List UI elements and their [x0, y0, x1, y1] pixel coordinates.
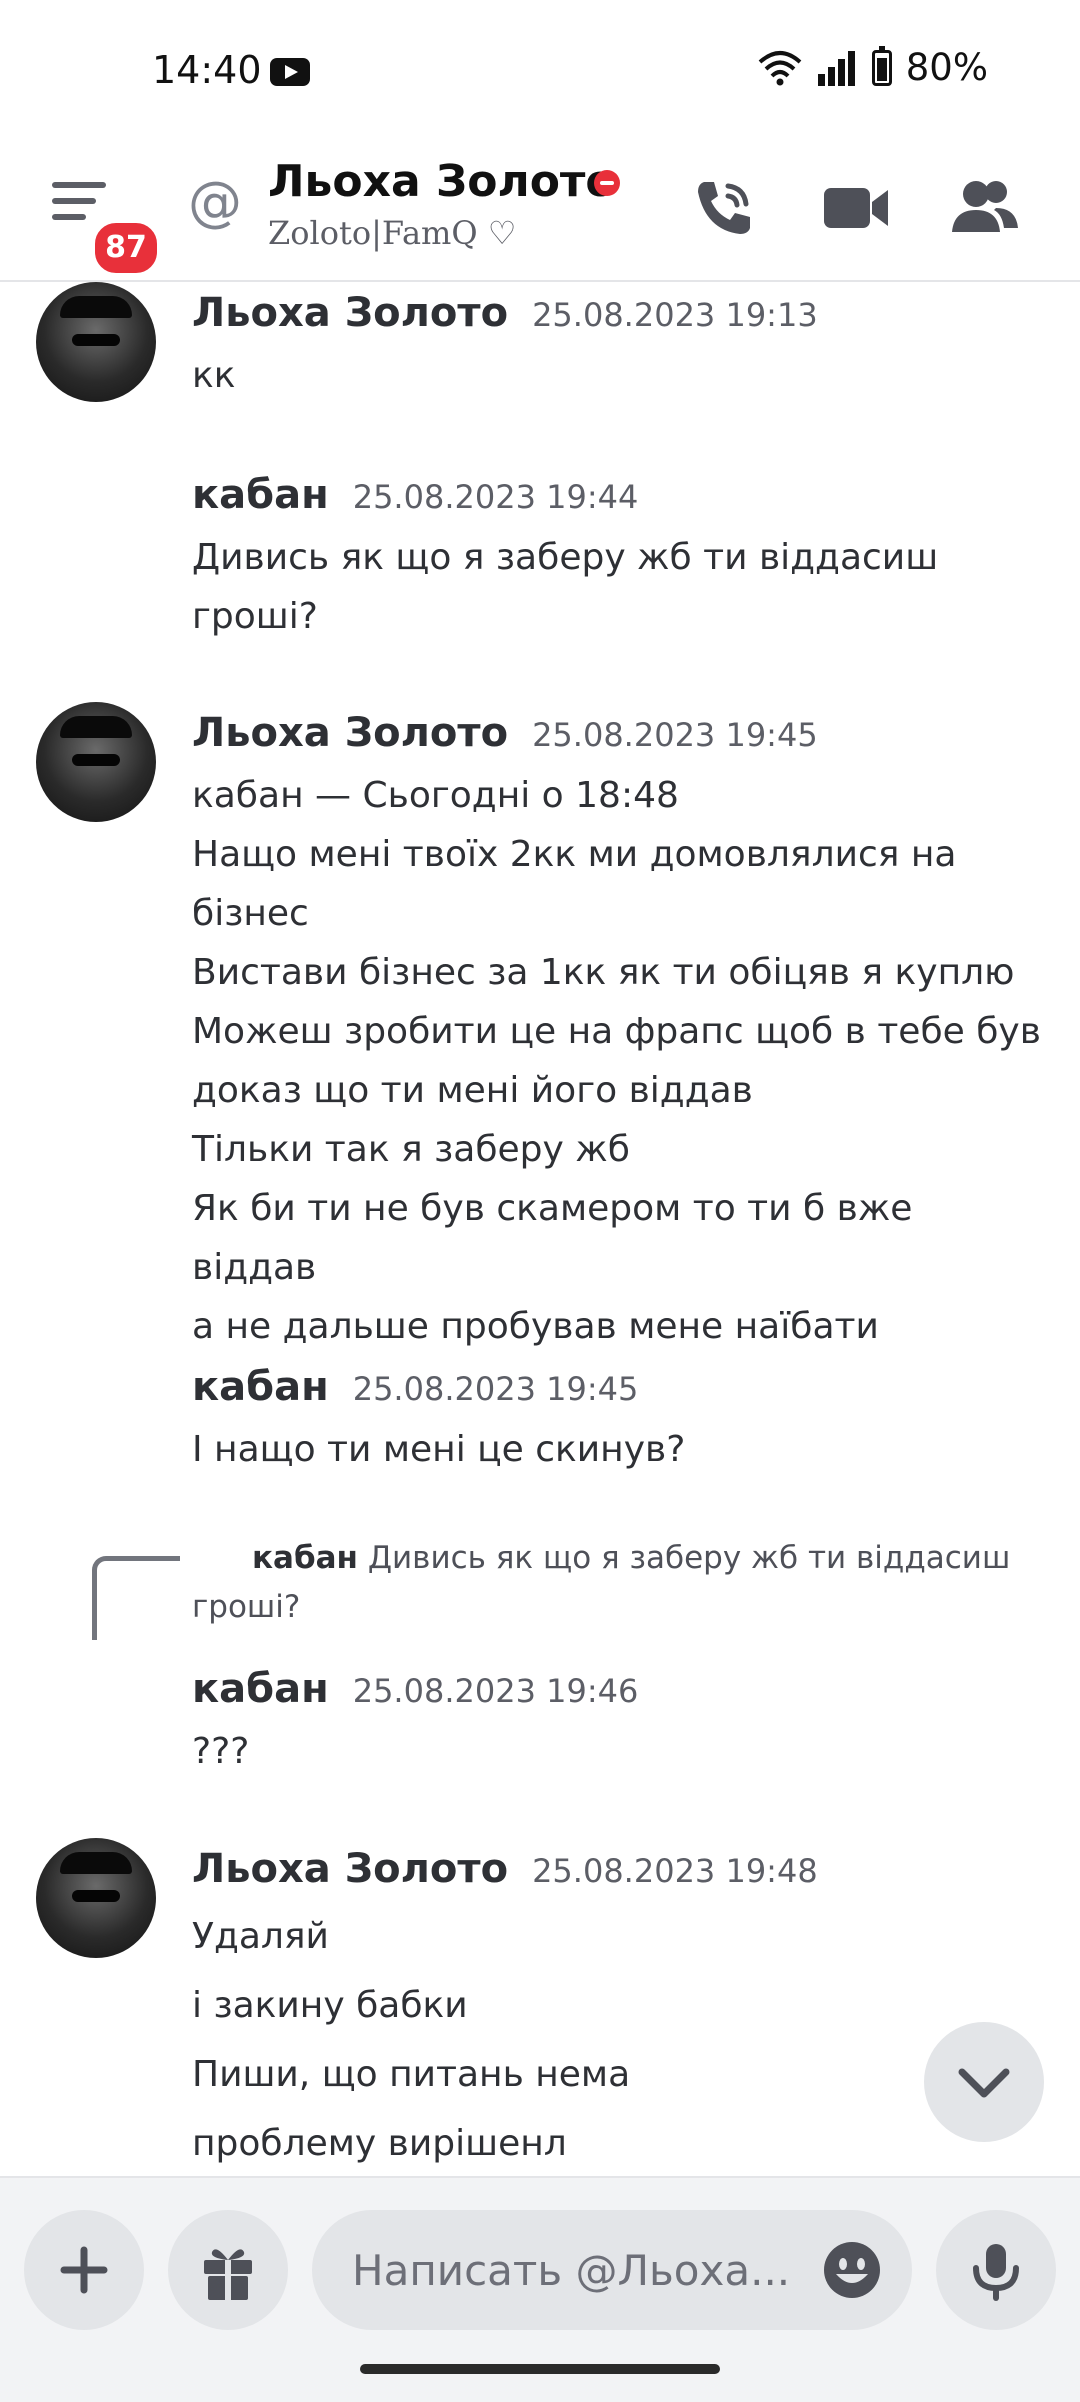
user-status-subtitle: Zoloto|FamQ ♡ — [268, 214, 517, 252]
scroll-to-bottom-button[interactable] — [924, 2022, 1044, 2142]
gift-button[interactable] — [168, 2210, 288, 2330]
plus-icon — [60, 2246, 108, 2294]
message-text: ??? — [192, 1731, 250, 1772]
avatar[interactable] — [36, 1838, 156, 1958]
message-text: І нащо ти мені це скинув? — [192, 1429, 686, 1470]
status-right: 80% — [758, 45, 988, 89]
signal-icon — [817, 50, 855, 86]
emoji-icon[interactable] — [822, 2240, 882, 2300]
chat-header: 87 @ Льоха Золото Zoloto|FamQ ♡ — [0, 140, 1080, 282]
unread-badge: 87 — [90, 218, 162, 278]
hamburger-menu-icon[interactable]: 87 — [52, 178, 162, 278]
message-composer: Написать @Льоха... — [0, 2176, 1080, 2402]
youtube-icon — [270, 58, 310, 86]
page-title[interactable]: Льоха Золото — [268, 156, 616, 207]
phone-call-icon[interactable] — [684, 168, 764, 248]
avatar[interactable] — [36, 282, 156, 402]
message-text: кк — [192, 355, 236, 396]
battery-percent: 80% — [905, 46, 988, 89]
message-input-placeholder: Написать @Льоха... — [352, 2246, 791, 2295]
reply-connector — [92, 1556, 180, 1640]
add-attachment-button[interactable] — [24, 2210, 144, 2330]
do-not-disturb-icon — [594, 170, 620, 196]
message-list[interactable]: Льоха Золото 25.08.2023 19:13 кк кабан 25.… — [0, 282, 1080, 2172]
message-author[interactable]: кабан 25.08.2023 19:46 — [192, 1666, 638, 1712]
message-input[interactable]: Написать @Льоха... — [312, 2210, 912, 2330]
home-indicator[interactable] — [360, 2364, 720, 2374]
message-author[interactable]: кабан 25.08.2023 19:44 — [192, 472, 638, 518]
video-camera-icon[interactable] — [816, 168, 896, 248]
message-author[interactable]: Льоха Золото 25.08.2023 19:13 — [192, 290, 818, 336]
gift-icon — [204, 2249, 252, 2300]
members-icon[interactable] — [944, 168, 1024, 248]
message-timestamp: 25.08.2023 19:45 — [532, 716, 818, 754]
message-text: Удаляй і закину бабки Пиши, що питань не… — [192, 1916, 631, 2164]
message-author[interactable]: Льоха Золото 25.08.2023 19:48 — [192, 1846, 818, 1892]
message-timestamp: 25.08.2023 19:46 — [352, 1672, 639, 1710]
microphone-icon — [973, 2244, 1019, 2301]
message-timestamp: 25.08.2023 19:13 — [532, 296, 818, 334]
battery-icon — [871, 45, 892, 86]
message-text: Дивись як що я заберу жб ти віддасиш гро… — [192, 537, 939, 637]
message-timestamp: 25.08.2023 19:48 — [532, 1852, 818, 1890]
message-text: кабан — Сьогодні о 18:48 Нащо мені твоїх… — [192, 775, 1041, 1347]
wifi-icon — [758, 50, 802, 85]
voice-message-button[interactable] — [936, 2210, 1056, 2330]
reply-preview[interactable]: кабан Дивись як що я заберу жб ти віддас… — [192, 1534, 1012, 1632]
at-icon: @ — [188, 170, 242, 233]
status-time: 14:40 — [152, 48, 262, 92]
message-author[interactable]: Льоха Золото 25.08.2023 19:45 — [192, 710, 818, 756]
status-bar: 14:40 80% — [0, 0, 1080, 140]
avatar[interactable] — [36, 702, 156, 822]
message-timestamp: 25.08.2023 19:44 — [352, 478, 639, 516]
chevron-down-icon — [958, 2068, 1010, 2098]
message-author[interactable]: кабан 25.08.2023 19:45 — [192, 1364, 638, 1410]
message-timestamp: 25.08.2023 19:45 — [352, 1370, 639, 1408]
